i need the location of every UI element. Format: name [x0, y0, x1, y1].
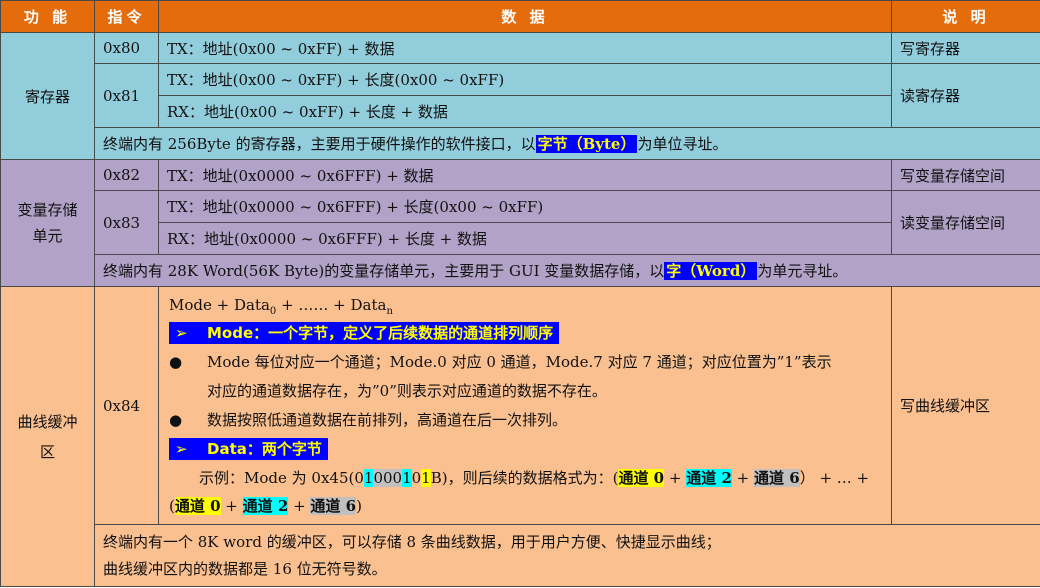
register-note-highlight: 字节（Byte）	[535, 135, 638, 153]
command-table: 功 能 指令 数 据 说 明 寄存器 0x80 TX：地址(0x00 ~ 0xF…	[0, 0, 1040, 587]
bullet2-text: 数据按照低通道数据在前排列，高通道在后一次排列。	[207, 410, 568, 429]
data-0x84: Mode + Data0 + …… + Datan ➢ Mode：一个字节，定义了…	[158, 286, 892, 525]
channel-0: 通道 0	[618, 468, 665, 487]
bullet1-text1: Mode 每位对应一个通道；Mode.0 对应 0 通道，Mode.7 对应 7…	[207, 352, 832, 371]
example-bit1: 0	[411, 468, 422, 487]
header-data: 数 据	[158, 0, 892, 33]
data-0x82-tx: TX：地址(0x0000 ~ 0x6FFF) + 数据	[158, 159, 892, 191]
formula-a: Mode + Data	[169, 295, 270, 314]
channel-6: 通道 6	[310, 496, 357, 515]
channel-2: 通道 2	[242, 496, 289, 515]
header-desc: 说 明	[891, 0, 1040, 33]
bullet-icon: ●	[169, 410, 183, 429]
cmd-0x81: 0x81	[94, 63, 159, 128]
data-title: Data：两个字节	[207, 439, 322, 458]
register-note-tail: 为单位寻址。	[637, 135, 728, 153]
func-curve: 曲线缓冲区	[0, 286, 95, 587]
plus: +	[731, 468, 755, 487]
example-bit0: 1	[421, 468, 431, 487]
desc-0x83: 读变量存储空间	[891, 190, 1040, 255]
table-row: 0x81 TX：地址(0x00 ~ 0xFF) + 长度(0x00 ~ 0xFF…	[1, 63, 1040, 128]
channel-2: 通道 2	[686, 468, 732, 487]
data-0x83-tx: TX：地址(0x0000 ~ 0x6FFF) + 长度(0x00 ~ 0xFF)	[158, 190, 892, 223]
plus: +	[220, 496, 243, 515]
bullet2-line: ● 数据按照低通道数据在前排列，高通道在后一次排列。	[169, 406, 883, 435]
table-row: 终端内有 256Byte 的寄存器，主要用于硬件操作的软件接口，以 字节（Byte…	[1, 127, 1040, 160]
header-cmd: 指令	[94, 0, 159, 33]
func-variable-line2: 单元	[32, 227, 63, 245]
channel-6: 通道 6	[754, 468, 800, 487]
bullet-icon: ●	[169, 352, 183, 371]
table-row: 曲线缓冲区 0x84 Mode + Data0 + …… + Datan ➢ Mo…	[0, 286, 1040, 587]
cmd-0x82: 0x82	[94, 159, 159, 191]
func-variable-line1: 变量存储	[17, 201, 78, 219]
data-0x81-tx: TX：地址(0x00 ~ 0xFF) + 长度(0x00 ~ 0xFF)	[158, 63, 892, 96]
arrow-icon: ➢	[175, 439, 188, 458]
variable-note-highlight: 字（Word）	[664, 262, 758, 280]
desc-0x80: 写寄存器	[891, 32, 1040, 64]
example-line2: (通道 0 + 通道 2 + 通道 6)	[169, 493, 883, 520]
func-register: 寄存器	[0, 32, 95, 160]
example-bit2: 1	[402, 468, 412, 487]
table-row: 变量存储 单元 0x82 TX：地址(0x0000 ~ 0x6FFF) + 数据 …	[0, 159, 1040, 287]
func-curve-line2: 区	[39, 442, 55, 461]
example-line: 示例：Mode 为 0x45(01000101B)，则后续的数据格式为：(通道 …	[169, 464, 883, 493]
variable-note-text: 终端内有 28K Word(56K Byte)的变量存储单元，主要用于 GUI …	[103, 262, 665, 280]
data-0x81-rx: RX：地址(0x00 ~ 0xFF) + 长度 + 数据	[158, 95, 892, 128]
cmd-0x83: 0x83	[94, 190, 159, 255]
mode-title: Mode：一个字节，定义了后续数据的通道排列顺序	[207, 323, 554, 342]
formula-subn: n	[386, 305, 393, 317]
variable-note: 终端内有 28K Word(56K Byte)的变量存储单元，主要用于 GUI …	[94, 254, 1040, 287]
desc-0x81: 读寄存器	[891, 63, 1040, 128]
table-row: 寄存器 0x80 TX：地址(0x00 ~ 0xFF) + 数据 写寄存器	[0, 32, 1040, 160]
register-note-text: 终端内有 256Byte 的寄存器，主要用于硬件操作的软件接口，以	[103, 135, 536, 153]
cmd-0x80: 0x80	[94, 32, 159, 64]
data-title-line: ➢ Data：两个字节	[169, 435, 883, 464]
data-0x80-tx: TX：地址(0x00 ~ 0xFF) + 数据	[158, 32, 892, 64]
example-bit6: 1	[363, 468, 374, 487]
func-variable: 变量存储 单元	[0, 159, 95, 287]
example-tail: ） + … +	[799, 468, 870, 487]
table-row: 终端内有一个 8K word 的缓冲区，可以存储 8 条曲线数据，用于用户方便、…	[1, 524, 1040, 587]
formula-line: Mode + Data0 + …… + Datan	[169, 292, 883, 319]
data-0x83-rx: RX：地址(0x0000 ~ 0x6FFF) + 长度 + 数据	[158, 222, 892, 255]
example-bits5-3: 000	[373, 468, 403, 487]
register-note: 终端内有 256Byte 的寄存器，主要用于硬件操作的软件接口，以 字节（Byte…	[94, 127, 1040, 160]
curve-note: 终端内有一个 8K word 的缓冲区，可以存储 8 条曲线数据，用于用户方便、…	[94, 524, 1040, 587]
desc-0x82: 写变量存储空间	[891, 159, 1040, 191]
header-row: 功 能 指令 数 据 说 明	[0, 0, 1040, 33]
bullet1-line1: ● Mode 每位对应一个通道；Mode.0 对应 0 通道，Mode.7 对应 …	[169, 348, 883, 377]
arrow-icon: ➢	[175, 323, 188, 342]
example-post: B)，则后续的数据格式为：(	[430, 468, 619, 487]
bullet1-line2: 对应的通道数据存在，为”0”则表示对应通道的数据不存在。	[207, 381, 607, 400]
curve-note-line1: 终端内有一个 8K word 的缓冲区，可以存储 8 条曲线数据，用于用户方便、…	[103, 532, 721, 551]
variable-note-tail: 为单元寻址。	[757, 262, 848, 280]
curve-note-line2: 曲线缓冲区内的数据都是 16 位无符号数。	[103, 559, 387, 578]
header-func: 功 能	[0, 0, 95, 33]
data-title-bar: ➢ Data：两个字节	[169, 437, 328, 460]
table-row: 0x83 TX：地址(0x0000 ~ 0x6FFF) + 长度(0x00 ~ …	[1, 190, 1040, 255]
example-pre: 示例：Mode 为 0x45(0	[199, 468, 364, 487]
formula-b: + …… + Data	[276, 295, 387, 314]
table-row: 终端内有 28K Word(56K Byte)的变量存储单元，主要用于 GUI …	[1, 254, 1040, 287]
channel-0: 通道 0	[174, 496, 221, 515]
desc-0x84: 写曲线缓冲区	[891, 286, 1040, 525]
mode-title-bar: ➢ Mode：一个字节，定义了后续数据的通道排列顺序	[169, 321, 560, 344]
paren-open: (	[169, 496, 175, 515]
mode-title-line: ➢ Mode：一个字节，定义了后续数据的通道排列顺序	[169, 319, 883, 348]
paren-close: )	[356, 496, 362, 515]
cmd-0x84: 0x84	[94, 286, 159, 525]
plus: +	[288, 496, 311, 515]
plus: +	[664, 468, 687, 487]
func-curve-line1: 曲线缓冲	[17, 412, 78, 431]
